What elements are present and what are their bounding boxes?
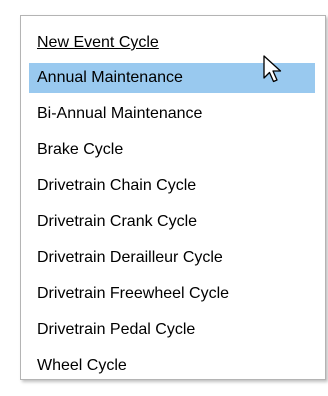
menu-item-drivetrain-pedal-cycle[interactable]: Drivetrain Pedal Cycle — [29, 315, 315, 345]
menu-item-drivetrain-derailleur-cycle[interactable]: Drivetrain Derailleur Cycle — [29, 243, 315, 273]
menu-item-drivetrain-chain-cycle[interactable]: Drivetrain Chain Cycle — [29, 171, 315, 201]
menu-item-wheel-cycle[interactable]: Wheel Cycle — [29, 351, 315, 381]
menu-item-bi-annual-maintenance[interactable]: Bi-Annual Maintenance — [29, 99, 315, 129]
menu-item-brake-cycle[interactable]: Brake Cycle — [29, 135, 315, 165]
mouse-pointer-icon — [263, 55, 282, 83]
menu-item-drivetrain-freewheel-cycle[interactable]: Drivetrain Freewheel Cycle — [29, 279, 315, 309]
menu-item-drivetrain-crank-cycle[interactable]: Drivetrain Crank Cycle — [29, 207, 315, 237]
menu-header[interactable]: New Event Cycle — [37, 34, 159, 52]
